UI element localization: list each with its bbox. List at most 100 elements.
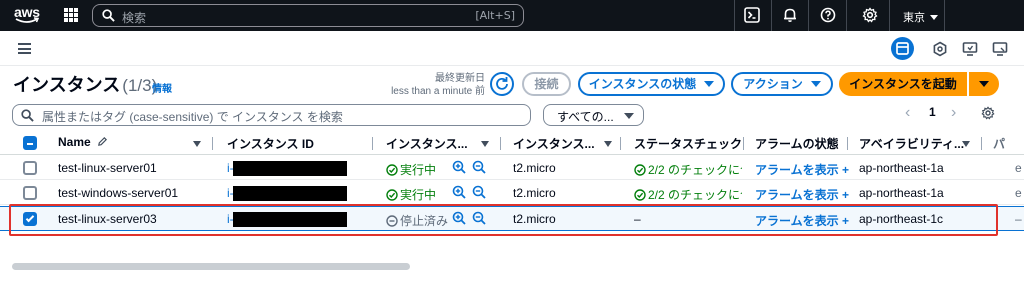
column-header-instance-state[interactable]: インスタンス... <box>386 135 468 152</box>
availability-zone: ap-northeast-1a <box>859 186 944 200</box>
truncated-cell: e <box>1015 161 1022 175</box>
sort-icon[interactable] <box>193 141 201 147</box>
check-circle-icon <box>634 189 646 201</box>
column-divider <box>620 137 621 150</box>
next-page-icon[interactable]: › <box>951 104 956 122</box>
last-updated: 最終更新日 less than a minute 前 <box>360 72 485 98</box>
search-icon <box>102 9 115 22</box>
instance-state-label: インスタンスの状態 <box>588 77 697 91</box>
nav-divider <box>734 0 735 31</box>
column-header-name[interactable]: Name <box>58 135 108 149</box>
column-divider <box>981 137 982 150</box>
aws-smile-icon <box>15 17 39 23</box>
panel-toggle-button[interactable] <box>891 37 914 60</box>
instance-name: test-linux-server01 <box>58 161 157 175</box>
cloudshell-icon[interactable] <box>744 7 760 23</box>
launch-dropdown-button[interactable] <box>969 72 999 96</box>
actions-label: アクション <box>743 77 803 91</box>
instance-state: 実行中 <box>386 161 436 178</box>
global-search-input[interactable]: 検索 [Alt+S] <box>92 4 524 27</box>
status-check: 2/2 のチェックに合 <box>634 186 742 203</box>
actions-button[interactable]: アクション <box>731 72 833 96</box>
refresh-button[interactable] <box>490 72 514 96</box>
sort-icon[interactable] <box>604 141 612 147</box>
horizontal-scrollbar[interactable] <box>12 263 410 270</box>
view-alarms-link[interactable]: アラームを表示 + <box>755 161 849 178</box>
current-page[interactable]: 1 <box>929 105 936 119</box>
instance-state-text: 実行中 <box>400 188 437 202</box>
check-circle-icon <box>634 164 646 176</box>
caret-down-icon <box>979 81 989 87</box>
column-divider <box>500 137 501 150</box>
column-header-public-dns[interactable]: パ <box>993 135 1005 152</box>
status-check-text: 2/2 のチェックに合 <box>648 163 742 177</box>
table-header: Name インスタンス ID インスタンス... インスタンス... ステータス… <box>0 131 1024 155</box>
view-alarms-text: アラームを表示 <box>755 163 839 177</box>
last-updated-value: less than a minute 前 <box>391 86 485 97</box>
launch-instances-button[interactable]: インスタンスを起動 <box>839 72 967 96</box>
row-checkbox[interactable] <box>23 161 37 175</box>
search-shortcut: [Alt+S] <box>475 9 515 22</box>
zoom-in-icon[interactable] <box>452 185 466 199</box>
zoom-out-icon[interactable] <box>472 185 486 199</box>
sort-icon[interactable] <box>962 141 970 147</box>
help-icon[interactable] <box>820 7 836 23</box>
top-navigation: aws 検索 [Alt+S] 東京 <box>0 0 1024 31</box>
caret-down-icon <box>930 15 938 20</box>
screen-icon[interactable] <box>992 41 1008 57</box>
aws-logo[interactable]: aws <box>14 4 42 26</box>
state-filter-select[interactable]: すべての... <box>543 104 644 126</box>
add-alarm-icon[interactable]: + <box>842 163 849 177</box>
truncated-cell: e <box>1015 186 1022 200</box>
monitor-icon[interactable] <box>962 41 978 57</box>
column-label: Name <box>58 135 91 149</box>
column-header-status-check[interactable]: ステータスチェック <box>634 135 742 152</box>
redacted-instance-id <box>233 161 347 176</box>
prev-page-icon[interactable]: ‹ <box>905 104 910 122</box>
last-updated-label: 最終更新日 <box>435 73 485 84</box>
column-header-instance-type[interactable]: インスタンス... <box>513 135 595 152</box>
services-grid-icon[interactable] <box>64 8 78 22</box>
search-icon <box>21 109 34 122</box>
search-placeholder: 検索 <box>122 11 147 25</box>
caret-down-icon <box>704 81 715 87</box>
toolbar-divider <box>0 65 1024 66</box>
view-alarms-link[interactable]: アラームを表示 + <box>755 186 849 203</box>
instance-type: t2.micro <box>513 161 556 175</box>
bell-icon[interactable] <box>782 7 798 23</box>
status-check: 2/2 のチェックに合 <box>634 161 742 178</box>
caret-down-icon <box>624 113 634 119</box>
availability-zone: ap-northeast-1a <box>859 161 944 175</box>
row-checkbox[interactable] <box>23 186 37 200</box>
add-alarm-icon[interactable]: + <box>842 188 849 202</box>
zoom-in-icon[interactable] <box>452 160 466 174</box>
instance-name: test-windows-server01 <box>58 186 179 200</box>
column-header-alarm-status[interactable]: アラームの状態 <box>755 135 839 152</box>
panel-icon <box>896 42 909 55</box>
instance-state-text: 実行中 <box>400 163 437 177</box>
truncated-cell: – <box>1015 212 1022 226</box>
select-all-checkbox[interactable] <box>23 136 37 150</box>
table-settings-icon[interactable] <box>981 106 995 120</box>
region-selector[interactable]: 東京 <box>903 9 938 25</box>
redacted-instance-id <box>233 186 347 201</box>
nav-divider <box>808 0 809 31</box>
sort-icon[interactable] <box>481 141 489 147</box>
table-row[interactable]: test-windows-server01 i- 実行中 t2.micro 2/… <box>0 181 1024 205</box>
caret-down-icon <box>810 81 821 87</box>
gear-icon[interactable] <box>862 7 878 23</box>
info-link[interactable]: 情報 <box>152 80 172 95</box>
connect-button[interactable]: 接続 <box>522 72 571 96</box>
column-header-instance-id[interactable]: インスタンス ID <box>227 135 314 152</box>
column-header-availability-zone[interactable]: アベイラビリティ... <box>859 135 964 152</box>
zoom-out-icon[interactable] <box>472 160 486 174</box>
table-row[interactable]: test-linux-server01 i- 実行中 t2.micro 2/2 … <box>0 156 1024 180</box>
nav-divider <box>771 0 772 31</box>
instance-state-button[interactable]: インスタンスの状態 <box>578 72 725 96</box>
instance-filter-input[interactable]: 属性またはタグ (case-sensitive) で インスタンス を検索 <box>12 104 531 126</box>
menu-icon[interactable] <box>18 43 31 54</box>
config-icon[interactable] <box>932 41 948 57</box>
instance-state: 実行中 <box>386 186 436 203</box>
view-alarms-text: アラームを表示 <box>755 188 839 202</box>
edit-icon <box>98 136 108 146</box>
